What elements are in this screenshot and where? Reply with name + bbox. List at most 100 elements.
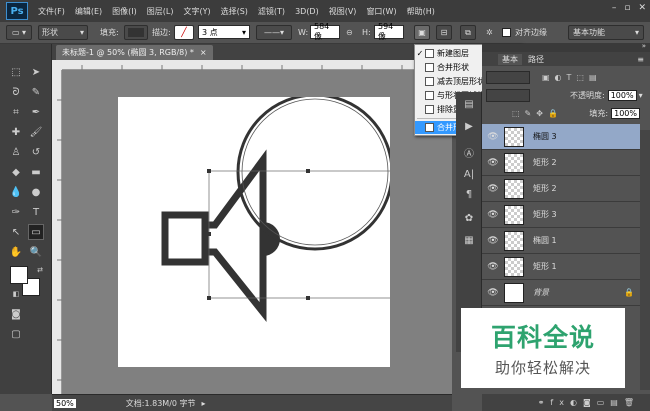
maximize-icon[interactable]: ▫: [624, 3, 630, 13]
eye-icon[interactable]: 👁: [482, 262, 504, 272]
zoom-tool-icon[interactable]: 🔍: [28, 244, 44, 260]
menu-filter[interactable]: 滤镜(T): [258, 6, 285, 17]
grid-panel-icon[interactable]: ▦: [461, 232, 477, 248]
type-tool-icon[interactable]: T: [28, 204, 44, 220]
layer-row[interactable]: 👁 矩形 2: [482, 176, 640, 202]
menu-edit[interactable]: 编辑(E): [75, 6, 102, 17]
gear-icon[interactable]: ✲: [486, 25, 493, 40]
tab-paths[interactable]: 路径: [528, 54, 544, 65]
height-field[interactable]: 594 像: [374, 22, 404, 41]
path-select-tool-icon[interactable]: ↖: [8, 224, 24, 240]
marquee-tool-icon[interactable]: ⬚: [8, 64, 24, 80]
mode-select[interactable]: 形状 ▾: [38, 25, 88, 40]
transform-handle[interactable]: [306, 169, 310, 173]
menu-file[interactable]: 文件(F): [38, 6, 65, 17]
blur-tool-icon[interactable]: 💧: [8, 184, 24, 200]
document-canvas[interactable]: [118, 93, 409, 367]
eye-icon[interactable]: 👁: [482, 210, 504, 220]
menu-3d[interactable]: 3D(D): [295, 7, 319, 16]
paragraph-panel-icon[interactable]: Ⓐ: [461, 144, 477, 160]
chevron-right-icon[interactable]: ▸: [202, 399, 206, 408]
close-icon[interactable]: ✕: [638, 3, 646, 13]
menu-type[interactable]: 文字(Y): [183, 6, 210, 17]
blend-mode-select[interactable]: [486, 88, 530, 102]
chevron-down-icon[interactable]: ▾: [639, 91, 643, 100]
transform-handle[interactable]: [207, 169, 211, 173]
healing-brush-tool-icon[interactable]: ✚: [8, 124, 24, 140]
menu-help[interactable]: 帮助(H): [407, 6, 435, 17]
lock-icons[interactable]: ⬚✎✥🔒: [512, 109, 563, 118]
eye-icon[interactable]: 👁: [482, 158, 504, 168]
eye-icon[interactable]: 👁: [482, 236, 504, 246]
eye-icon[interactable]: 👁: [482, 132, 504, 142]
quick-select-tool-icon[interactable]: ✎: [28, 84, 44, 100]
minimize-icon[interactable]: –: [612, 3, 617, 13]
ruler-origin[interactable]: [52, 60, 62, 70]
layer-row[interactable]: 👁 背景 🔒: [482, 280, 640, 306]
quick-mask-icon[interactable]: ◙: [8, 306, 24, 322]
rectangle-tool-icon[interactable]: ▭: [28, 224, 44, 240]
menu-view[interactable]: 视图(V): [329, 6, 357, 17]
move-tool-icon[interactable]: ➤: [28, 64, 44, 80]
history-brush-tool-icon[interactable]: ↺: [28, 144, 44, 160]
lasso-tool-icon[interactable]: ᘐ: [8, 84, 24, 100]
hand-tool-icon[interactable]: ✋: [8, 244, 24, 260]
brush-tool-icon[interactable]: 🖌: [28, 124, 44, 140]
transform-handle[interactable]: [306, 296, 310, 300]
eye-icon[interactable]: 👁: [482, 288, 504, 298]
paragraph-marks-icon[interactable]: ¶: [461, 186, 477, 202]
layer-footer-icons[interactable]: ⚭fx◐◙▭▤🗑: [538, 398, 640, 407]
clone-stamp-tool-icon[interactable]: ♙: [8, 144, 24, 160]
canvas-area[interactable]: [62, 70, 452, 394]
filter-kind-select[interactable]: [486, 70, 530, 84]
workspace-select[interactable]: 基本功能 ▾: [568, 25, 644, 40]
transform-handle[interactable]: [207, 232, 211, 236]
screen-mode-icon[interactable]: ▢: [8, 326, 24, 342]
opacity-field[interactable]: 100%: [607, 89, 637, 101]
width-field[interactable]: 584 像: [310, 22, 340, 41]
character-panel-icon[interactable]: A|: [461, 166, 477, 182]
gradient-tool-icon[interactable]: ▬: [28, 164, 44, 180]
actions-panel-icon[interactable]: ▶: [461, 118, 477, 134]
collapse-panel-icon[interactable]: »: [642, 42, 646, 50]
link-icon[interactable]: ⊖: [346, 25, 353, 40]
layer-row[interactable]: 👁 矩形 1: [482, 254, 640, 280]
menu-window[interactable]: 窗口(W): [366, 6, 396, 17]
layers-scrollbar[interactable]: [640, 130, 650, 390]
layer-row[interactable]: 👁 椭圆 1: [482, 228, 640, 254]
dodge-tool-icon[interactable]: ●: [28, 184, 44, 200]
path-operations-button[interactable]: ▣: [414, 25, 430, 40]
pen-tool-icon[interactable]: ✑: [8, 204, 24, 220]
crop-tool-icon[interactable]: ⌗: [8, 104, 24, 120]
menu-layer[interactable]: 图层(L): [147, 6, 174, 17]
eyedropper-tool-icon[interactable]: ✒: [28, 104, 44, 120]
stroke-swatch[interactable]: ╱: [174, 25, 194, 40]
path-arrangement-button[interactable]: ⧉: [460, 25, 476, 40]
stroke-type-select[interactable]: ——▾: [256, 25, 292, 40]
layer-row[interactable]: 👁 矩形 3: [482, 202, 640, 228]
foreground-color-swatch[interactable]: [10, 266, 28, 284]
default-colors-icon[interactable]: ◧: [8, 286, 24, 302]
swap-colors-icon[interactable]: ⇄: [32, 262, 48, 278]
fill-field[interactable]: 100%: [611, 107, 640, 119]
panel-menu-icon[interactable]: ≡: [637, 55, 644, 64]
eraser-tool-icon[interactable]: ◆: [8, 164, 24, 180]
layer-row[interactable]: 👁 椭圆 3: [482, 124, 640, 150]
tab-basic[interactable]: 基本: [498, 53, 522, 65]
stroke-width-field[interactable]: 3 点 ▾: [198, 25, 250, 39]
zoom-level[interactable]: 50%: [54, 398, 76, 408]
layer-filter-icons[interactable]: ▣◐T⬚▤: [542, 73, 602, 82]
menu-image[interactable]: 图像(I): [112, 6, 137, 17]
document-tab[interactable]: 未标题-1 @ 50% (椭圆 3, RGB/8) * ×: [56, 45, 213, 60]
close-tab-icon[interactable]: ×: [200, 48, 207, 57]
menu-select[interactable]: 选择(S): [221, 6, 248, 17]
layer-row[interactable]: 👁 矩形 2: [482, 150, 640, 176]
transform-handle[interactable]: [207, 296, 211, 300]
tool-preset-picker[interactable]: ▭ ▾: [6, 25, 32, 40]
eye-icon[interactable]: 👁: [482, 184, 504, 194]
history-panel-icon[interactable]: ▤: [461, 96, 477, 112]
path-alignment-button[interactable]: ⊟: [436, 25, 452, 40]
align-edges-checkbox[interactable]: [502, 28, 511, 37]
swatches-panel-icon[interactable]: ✿: [461, 210, 477, 226]
fill-swatch[interactable]: [124, 25, 148, 40]
